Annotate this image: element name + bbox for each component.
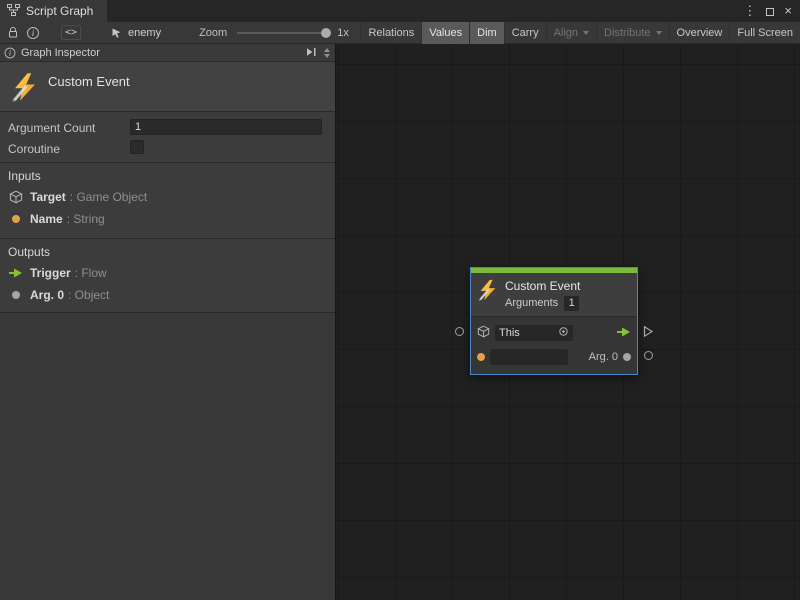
port-name: Name xyxy=(30,212,63,226)
distribute-label: Distribute xyxy=(604,27,650,39)
node-arguments-label: Arguments xyxy=(505,294,558,312)
chevron-down-icon xyxy=(656,31,662,35)
info-glyph: i xyxy=(27,27,39,39)
graph-toolbar: i <> enemy Zoom 1x Relations Values Dim … xyxy=(0,22,800,44)
values-button[interactable]: Values xyxy=(421,22,469,44)
flow-arrow-icon xyxy=(617,326,631,340)
coroutine-checkbox[interactable] xyxy=(130,140,144,154)
port-type: : String xyxy=(67,212,105,226)
graph-name: enemy xyxy=(128,27,161,39)
fullscreen-button[interactable]: Full Screen xyxy=(729,22,800,44)
object-port-icon xyxy=(8,291,24,299)
scroll-up-icon[interactable] xyxy=(324,48,330,52)
arg0-input[interactable] xyxy=(490,349,568,365)
align-label: Align xyxy=(554,27,578,39)
zoom-label: Zoom xyxy=(199,27,227,39)
close-icon[interactable]: × xyxy=(784,0,792,22)
input-row-name: Name : String xyxy=(0,211,335,227)
port-name: Trigger xyxy=(30,266,71,280)
custom-event-icon xyxy=(477,278,499,312)
zoom-slider[interactable] xyxy=(237,27,329,39)
flow-arrow-icon xyxy=(8,268,24,278)
port-type: : Object xyxy=(68,288,109,302)
port-name: Arg. 0 xyxy=(30,288,64,302)
zoom-handle[interactable] xyxy=(321,28,331,38)
code-glyph: <> xyxy=(61,25,81,40)
inspector-header: i Graph Inspector xyxy=(0,44,335,62)
info-icon: i xyxy=(5,47,16,58)
target-input-port[interactable] xyxy=(455,327,464,336)
inspector-title: Graph Inspector xyxy=(21,47,305,59)
node-body: This Arg. 0 xyxy=(471,317,637,374)
zoom-track xyxy=(237,32,329,34)
custom-event-node[interactable]: Custom Event Arguments 1 This xyxy=(470,267,638,375)
target-dropdown[interactable]: This xyxy=(495,325,573,341)
zoom-value: 1x xyxy=(337,27,349,39)
info-icon[interactable]: i xyxy=(23,23,43,43)
graph-inspector-panel: i Graph Inspector Custom Event Argument … xyxy=(0,44,335,600)
target-dropdown-value: This xyxy=(499,327,520,339)
trigger-output-port[interactable] xyxy=(643,325,654,341)
input-row-target: Target : Game Object xyxy=(0,189,335,205)
cube-icon xyxy=(477,325,490,341)
output-row-trigger: Trigger : Flow xyxy=(0,265,335,281)
chevron-down-icon xyxy=(583,31,589,35)
object-port-icon[interactable] xyxy=(623,353,631,361)
dim-button[interactable]: Dim xyxy=(469,22,504,44)
unit-fields: Argument Count Coroutine xyxy=(0,112,335,163)
carry-button[interactable]: Carry xyxy=(504,22,546,44)
port-type: : Game Object xyxy=(70,190,147,204)
node-arguments-field[interactable]: 1 xyxy=(564,296,579,311)
maximize-box-glyph xyxy=(766,8,774,16)
node-arg0-row: Arg. 0 xyxy=(477,346,631,367)
node-title: Custom Event xyxy=(505,278,580,294)
overview-button[interactable]: Overview xyxy=(669,22,730,44)
dock-panel-icon[interactable] xyxy=(305,46,317,60)
maximize-icon[interactable] xyxy=(766,0,774,22)
tab-script-graph[interactable]: Script Graph xyxy=(0,0,107,22)
script-graph-icon xyxy=(7,4,20,19)
argument-count-input[interactable] xyxy=(130,119,322,135)
inputs-section: Inputs Target : Game Object Name : Strin… xyxy=(0,163,335,239)
string-port-icon[interactable] xyxy=(477,353,485,361)
toolbar-buttons: Relations Values Dim Carry Align Distrib… xyxy=(360,22,800,44)
window-controls: ⋮ × xyxy=(743,0,800,22)
node-header[interactable]: Custom Event Arguments 1 xyxy=(471,273,637,317)
arg0-label: Arg. 0 xyxy=(589,351,618,363)
cube-icon xyxy=(8,190,24,204)
output-row-arg0: Arg. 0 : Object xyxy=(0,287,335,303)
arg0-output-port[interactable] xyxy=(644,351,653,360)
coroutine-label: Coroutine xyxy=(8,142,60,156)
unit-header: Custom Event xyxy=(0,62,335,112)
lock-icon[interactable] xyxy=(3,23,23,43)
object-picker-icon[interactable] xyxy=(558,326,569,340)
window-titlebar: Script Graph ⋮ × xyxy=(0,0,800,22)
window-menu-icon[interactable]: ⋮ xyxy=(743,0,756,22)
scroll-down-icon[interactable] xyxy=(324,54,330,58)
unit-title: Custom Event xyxy=(48,74,130,89)
cursor-icon xyxy=(107,23,126,43)
outputs-title: Outputs xyxy=(8,245,50,259)
string-port-icon xyxy=(8,215,24,223)
align-button[interactable]: Align xyxy=(546,22,596,44)
node-target-row: This xyxy=(477,322,631,343)
relations-button[interactable]: Relations xyxy=(360,22,421,44)
port-type: : Flow xyxy=(75,266,107,280)
custom-event-icon xyxy=(10,71,40,106)
panel-scroll-spinner[interactable] xyxy=(321,48,333,58)
code-icon[interactable]: <> xyxy=(57,23,85,43)
distribute-button[interactable]: Distribute xyxy=(596,22,668,44)
port-name: Target xyxy=(30,190,66,204)
argument-count-label: Argument Count xyxy=(8,121,95,135)
tab-title: Script Graph xyxy=(26,4,93,18)
outputs-section: Outputs Trigger : Flow Arg. 0 : Object xyxy=(0,239,335,313)
inputs-title: Inputs xyxy=(8,169,41,183)
